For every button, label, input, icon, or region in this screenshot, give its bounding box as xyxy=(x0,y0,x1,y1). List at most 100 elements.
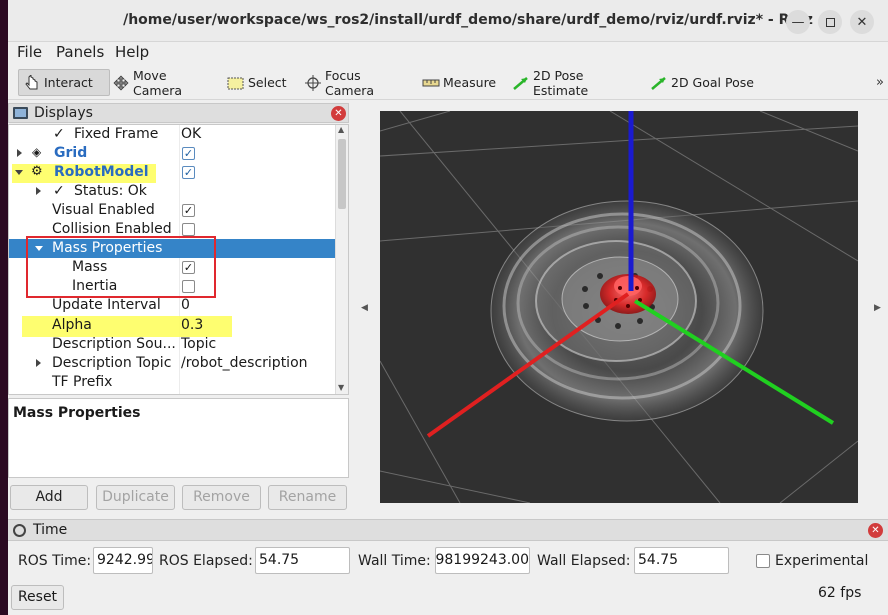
tree-row-label: Collision Enabled xyxy=(52,221,172,237)
grid-checkbox[interactable]: ✓ xyxy=(182,147,195,160)
displays-panel-header: Displays ✕ xyxy=(8,103,349,123)
displays-tree: ✓ Fixed Frame OK ◈ Grid ✓ ⚙ RobotModel ✓… xyxy=(8,124,349,395)
3d-viewport[interactable] xyxy=(380,111,858,503)
window-title: /home/user/workspace/ws_ros2/install/urd… xyxy=(123,12,813,28)
select-icon xyxy=(227,75,245,91)
minimize-button[interactable]: — xyxy=(786,10,810,34)
tree-row-value[interactable]: 0.3 xyxy=(181,317,203,333)
expand-arrow-icon[interactable] xyxy=(36,359,41,367)
collapse-left-icon[interactable]: ◀ xyxy=(361,303,368,313)
ros-elapsed-field[interactable]: 54.75 xyxy=(255,547,350,574)
tree-row-update-interval[interactable]: Update Interval 0 xyxy=(9,296,336,315)
maximize-button[interactable] xyxy=(818,10,842,34)
tree-row-alpha[interactable]: Alpha 0.3 xyxy=(9,316,336,335)
tool-2d-pose-estimate-label: 2D Pose Estimate xyxy=(533,67,589,98)
rename-button[interactable]: Rename xyxy=(268,485,347,510)
tool-2d-pose-estimate[interactable]: 2D Pose Estimate xyxy=(508,67,633,98)
tree-row-fixed-frame[interactable]: ✓ Fixed Frame OK xyxy=(9,125,336,144)
tool-focus-camera-label: Focus Camera xyxy=(325,67,375,98)
tree-row-label: Status: Ok xyxy=(74,183,147,199)
tree-row-value[interactable]: /robot_description xyxy=(181,355,308,371)
tool-focus-camera[interactable]: Focus Camera xyxy=(300,67,410,98)
add-button[interactable]: Add xyxy=(10,485,88,510)
robotmodel-checkbox[interactable]: ✓ xyxy=(182,166,195,179)
wall-elapsed-label: Wall Elapsed: xyxy=(537,553,631,569)
description-title: Mass Properties xyxy=(13,405,141,421)
robot-icon: ⚙ xyxy=(31,164,43,179)
wall-time-label: Wall Time: xyxy=(358,553,431,569)
tree-row-label: RobotModel xyxy=(54,164,149,180)
tool-bar: Interact Move Camera Select Focus Camera… xyxy=(8,64,888,100)
experimental-checkbox[interactable] xyxy=(756,554,770,568)
menu-help[interactable]: Help xyxy=(115,43,149,61)
maximize-icon xyxy=(825,17,835,27)
menu-bar: File Panels Help xyxy=(8,42,888,64)
pose-estimate-icon xyxy=(512,75,530,91)
collision-enabled-checkbox[interactable] xyxy=(182,223,195,236)
toolbar-overflow-button[interactable]: » xyxy=(876,75,884,90)
tool-move-camera-label: Move Camera xyxy=(133,67,183,98)
expand-arrow-icon[interactable] xyxy=(36,187,41,195)
tool-select-label: Select xyxy=(248,75,287,90)
tree-row-tf-prefix[interactable]: TF Prefix xyxy=(9,373,336,392)
tree-row-value[interactable]: 0 xyxy=(181,297,190,313)
tool-2d-goal-pose[interactable]: 2D Goal Pose xyxy=(646,69,756,96)
collapse-arrow-icon[interactable] xyxy=(15,170,23,175)
tool-interact-label: Interact xyxy=(44,75,93,90)
wall-elapsed-field[interactable]: 54.75 xyxy=(634,547,729,574)
tree-row-label: Update Interval xyxy=(52,297,161,313)
close-button[interactable]: ✕ xyxy=(850,10,874,34)
measure-icon xyxy=(422,75,440,91)
tree-row-robotmodel[interactable]: ⚙ RobotModel ✓ xyxy=(9,163,336,182)
reset-button[interactable]: Reset xyxy=(11,585,64,610)
time-panel-header: Time ✕ xyxy=(8,519,888,541)
displays-close-icon[interactable]: ✕ xyxy=(331,106,346,121)
remove-button[interactable]: Remove xyxy=(182,485,261,510)
scroll-down-icon[interactable]: ▼ xyxy=(338,383,344,392)
tool-interact[interactable]: Interact xyxy=(18,69,110,96)
tool-select[interactable]: Select xyxy=(223,69,288,96)
tree-row-label: TF Prefix xyxy=(52,374,113,390)
mass-properties-annotation-box xyxy=(26,236,216,298)
expand-arrow-icon[interactable] xyxy=(17,149,22,157)
grid-icon: ◈ xyxy=(32,145,42,159)
move-camera-icon xyxy=(112,75,130,91)
displays-scrollbar[interactable]: ▲ ▼ xyxy=(335,125,348,394)
focus-camera-icon xyxy=(304,74,322,91)
scroll-up-icon[interactable]: ▲ xyxy=(338,125,344,134)
tree-row-value[interactable]: Topic xyxy=(181,336,216,352)
rviz-window: /home/user/workspace/ws_ros2/install/urd… xyxy=(8,0,888,615)
title-bar: /home/user/workspace/ws_ros2/install/urd… xyxy=(8,0,888,42)
ok-check-icon: ✓ xyxy=(53,126,65,142)
tool-move-camera[interactable]: Move Camera xyxy=(108,67,218,98)
property-description: Mass Properties xyxy=(8,398,349,478)
time-close-icon[interactable]: ✕ xyxy=(868,523,883,538)
ros-time-label: ROS Time: xyxy=(18,553,92,569)
ros-time-field[interactable]: 9242.99 xyxy=(93,547,153,574)
duplicate-button[interactable]: Duplicate xyxy=(96,485,175,510)
experimental-label: Experimental xyxy=(775,553,869,569)
tree-row-visual-enabled[interactable]: Visual Enabled ✓ xyxy=(9,201,336,220)
visual-enabled-checkbox[interactable]: ✓ xyxy=(182,204,195,217)
wheel-model xyxy=(490,200,764,422)
tree-row-description-topic[interactable]: Description Topic /robot_description xyxy=(9,354,336,373)
collapse-right-icon[interactable]: ▶ xyxy=(874,303,881,313)
menu-panels[interactable]: Panels xyxy=(56,43,104,61)
clock-icon xyxy=(13,524,26,537)
ok-check-icon: ✓ xyxy=(53,183,65,199)
monitor-icon xyxy=(13,107,28,119)
time-title: Time xyxy=(33,522,68,538)
tree-row-grid[interactable]: ◈ Grid ✓ xyxy=(9,144,336,163)
tree-row-label: Alpha xyxy=(52,317,92,333)
tree-row-description-source[interactable]: Description Sou... Topic xyxy=(9,335,336,354)
close-icon: ✕ xyxy=(856,14,868,30)
wall-time-field[interactable]: 698199243.00 xyxy=(435,547,530,574)
fps-counter: 62 fps xyxy=(818,585,862,601)
ros-elapsed-label: ROS Elapsed: xyxy=(159,553,253,569)
interact-icon xyxy=(23,73,41,91)
tool-measure[interactable]: Measure xyxy=(418,69,498,96)
tree-row-status[interactable]: ✓ Status: Ok xyxy=(9,182,336,201)
menu-file[interactable]: File xyxy=(17,43,42,61)
scrollbar-thumb[interactable] xyxy=(338,139,346,209)
tree-row-label: Visual Enabled xyxy=(52,202,155,218)
